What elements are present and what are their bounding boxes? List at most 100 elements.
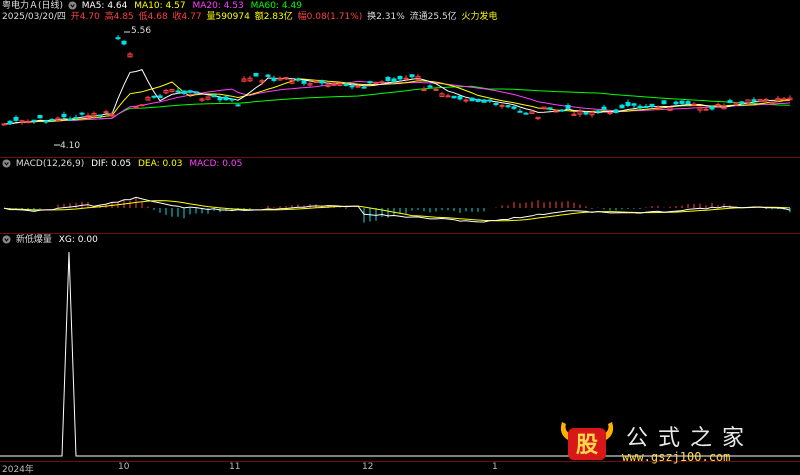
collapse-icon[interactable]: [2, 159, 11, 168]
candle-body: [481, 99, 487, 103]
indicator-xg: XG: 0.00: [58, 235, 98, 245]
quote-close: 收4.77: [172, 12, 202, 22]
candle-body: [61, 113, 67, 118]
candle-body: [523, 112, 529, 115]
candle-body: [181, 90, 187, 94]
candle-body: [1, 123, 7, 126]
quote-concept: 火力发电: [461, 12, 498, 22]
candle-body: [487, 99, 493, 102]
candle-body: [355, 85, 361, 88]
candle-body: [7, 120, 13, 125]
candle-body: [451, 95, 457, 99]
candle-body: [313, 81, 319, 83]
x-axis-label: 12: [362, 462, 374, 472]
candle-body: [319, 80, 325, 84]
candle-body: [67, 118, 73, 121]
macd-value: MACD: 0.05: [189, 159, 243, 169]
candle-body: [613, 109, 619, 113]
logo-text: 股: [576, 432, 598, 458]
collapse-icon[interactable]: [2, 235, 11, 244]
ma10-line: [4, 78, 791, 125]
quote-change: 幅0.08(1.71%): [297, 12, 363, 22]
price-low-mark: 4.10: [60, 141, 81, 151]
candle-body: [517, 110, 523, 113]
quote-high: 高4.85: [104, 12, 134, 22]
price-high-mark: 5.56: [131, 26, 152, 36]
ma10-label: MA10: 4.57: [134, 1, 186, 11]
macd-header: MACD(12,26,9) DIF: 0.05 DEA: 0.03 MACD: …: [2, 159, 246, 170]
candle-body: [679, 100, 685, 104]
candle-body: [499, 104, 505, 107]
candle-body: [43, 120, 49, 123]
candle-body: [727, 100, 733, 103]
candle-body: [115, 37, 121, 40]
candle-body: [367, 81, 373, 84]
candle-body: [649, 103, 655, 108]
price-chart[interactable]: [0, 24, 800, 157]
candle-body: [13, 117, 19, 121]
x-axis-label: 1: [492, 462, 498, 472]
candle-body: [235, 104, 241, 107]
panel-separator: [0, 157, 800, 158]
macd-dif: DIF: 0.05: [91, 159, 132, 169]
candle-body: [175, 90, 181, 93]
candle-body: [31, 119, 37, 122]
quote-low: 低4.68: [138, 12, 168, 22]
candle-body: [151, 95, 157, 98]
ma60-label: MA60: 4.49: [250, 1, 302, 11]
candle-body: [559, 109, 565, 112]
candle-body: [469, 97, 475, 102]
candle-body: [373, 82, 379, 84]
indicator-title: 新低爆量: [15, 235, 52, 245]
candle-body: [625, 102, 631, 106]
candle-body: [139, 104, 145, 107]
candle-body: [37, 114, 43, 119]
macd-chart[interactable]: [0, 170, 800, 232]
candle-body: [709, 106, 715, 110]
candle-body: [511, 106, 517, 109]
candle-body: [619, 104, 625, 109]
candle-body: [253, 73, 259, 77]
candle-body: [637, 105, 643, 109]
candle-body: [493, 103, 499, 105]
candle-body: [403, 77, 409, 80]
candle-body: [433, 88, 439, 91]
x-axis-label: 11: [229, 462, 241, 472]
candle-body: [301, 80, 307, 84]
candle-body: [643, 106, 649, 108]
collapse-icon[interactable]: [68, 1, 77, 10]
bull-logo-icon: 股: [560, 422, 614, 460]
candle-body: [661, 100, 667, 105]
quote-info: 2025/03/20/四 开4.70 高4.85 低4.68 收4.77 量59…: [2, 12, 502, 23]
candle-body: [547, 107, 553, 110]
candle-body: [391, 78, 397, 83]
candle-body: [397, 75, 403, 80]
candle-body: [97, 114, 103, 117]
candle-body: [565, 105, 571, 109]
panel-separator: [0, 233, 800, 234]
candle-body: [739, 101, 745, 104]
quote-date: 2025/03/20/四: [2, 12, 66, 22]
candle-body: [121, 40, 127, 45]
candle-body: [211, 94, 217, 98]
candle-body: [187, 90, 193, 93]
candle-body: [349, 85, 355, 88]
candle-body: [457, 95, 463, 100]
ma20-label: MA20: 4.53: [192, 1, 244, 11]
x-axis-label: 10: [118, 462, 130, 472]
quote-open: 开4.70: [70, 12, 100, 22]
candle-body: [193, 91, 199, 94]
candle-body: [223, 96, 229, 101]
macd-dea: DEA: 0.03: [137, 159, 183, 169]
candle-body: [361, 86, 367, 89]
candle-body: [283, 77, 289, 79]
dea-line: [3, 200, 791, 222]
candle-body: [505, 105, 511, 108]
candle-body: [475, 98, 481, 102]
watermark-url: www.gszj100.com: [622, 450, 731, 464]
candle-body: [103, 111, 109, 114]
candle-body: [631, 103, 637, 106]
candle-body: [343, 83, 349, 86]
candle-body: [271, 77, 277, 81]
x-axis-label: 2024年: [2, 465, 34, 475]
